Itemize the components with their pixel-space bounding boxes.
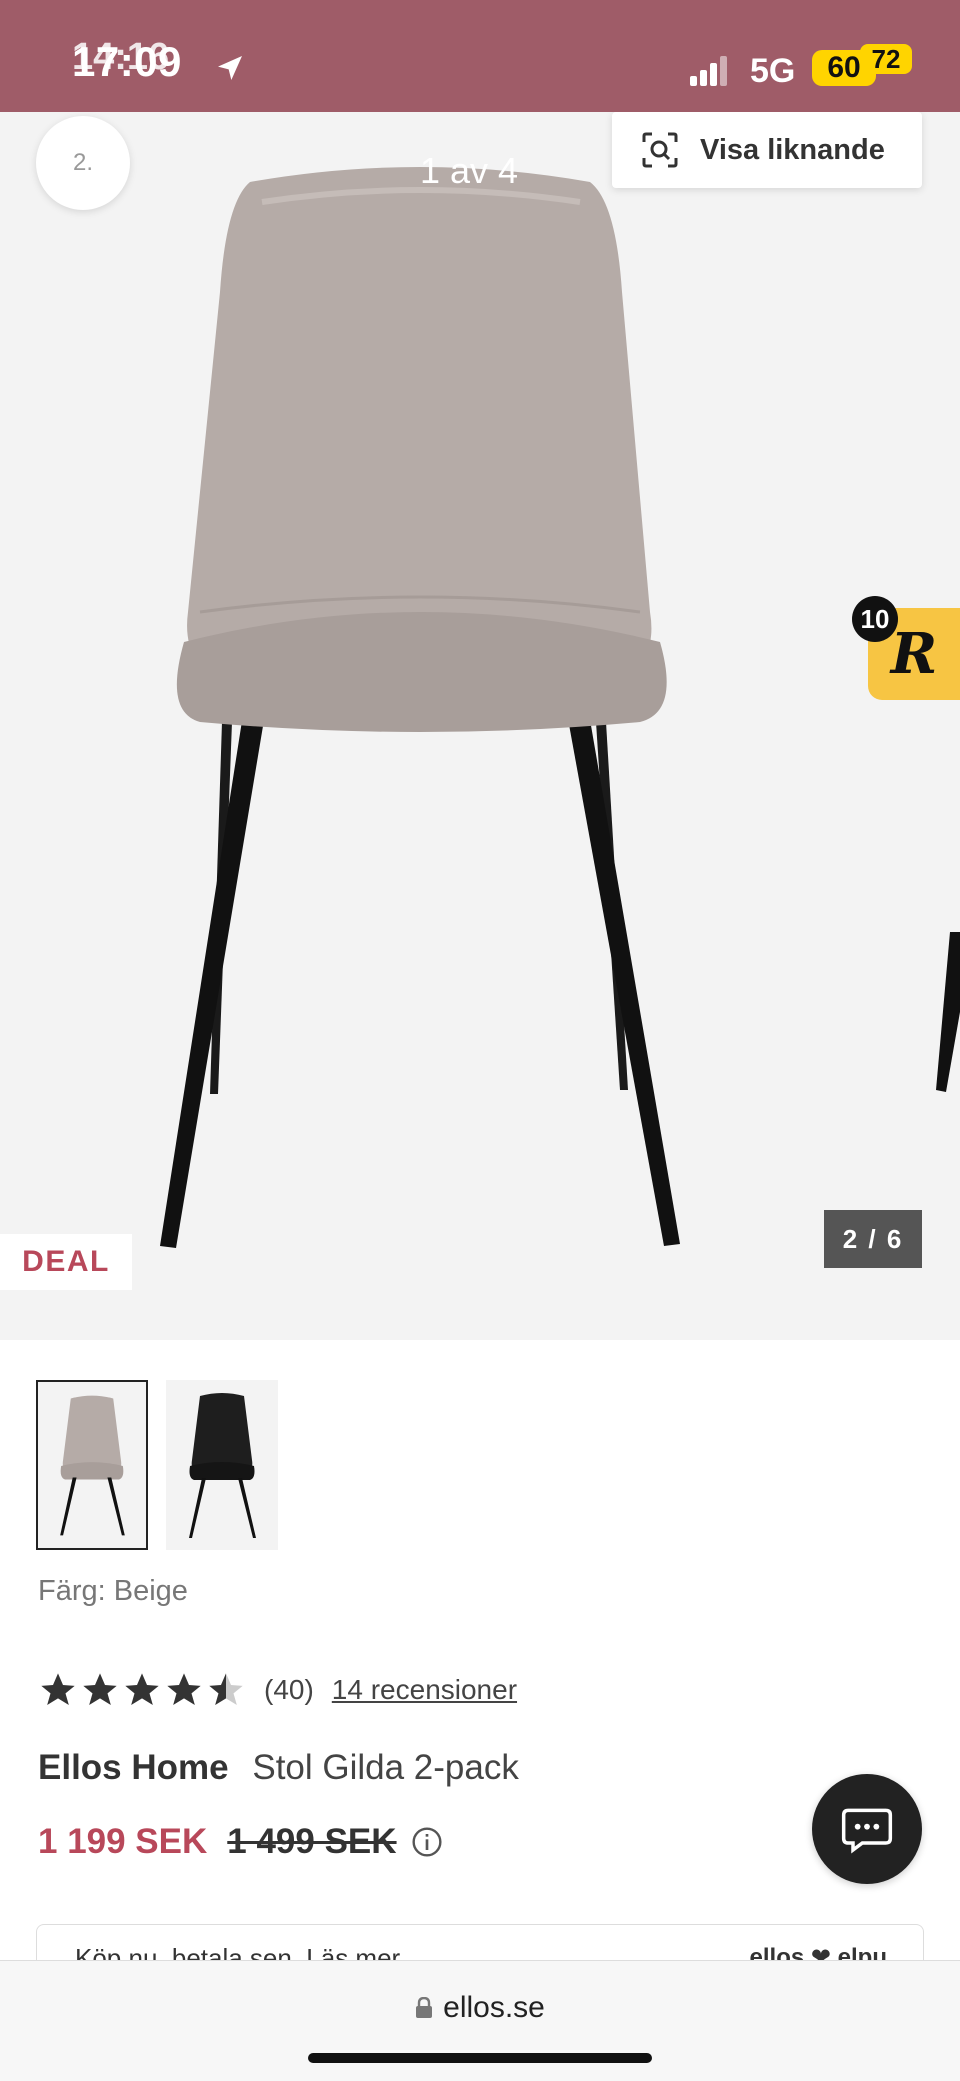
reviews-link[interactable]: 14 recensioner [332,1674,517,1706]
rating-stars [38,1670,246,1710]
color-label: Färg: Beige [38,1575,188,1607]
location-arrow-icon [218,56,242,80]
back-label: 2. [72,149,93,176]
reward-badge-count: 10 [852,596,898,642]
battery-badge: 72 [860,44,912,74]
chat-bubble-icon [841,1808,893,1854]
price-original: 1 499 SEK [227,1822,397,1861]
image-counter: 1 av 4 [420,150,519,191]
star-full-icon [41,1673,75,1705]
url-text: ellos.se [443,1991,545,2024]
url-display[interactable]: ellos.se [0,1991,960,2025]
visual-search-icon [642,132,678,168]
chair-image [160,167,960,1248]
star-full-icon [83,1673,117,1705]
network-label: 5G [750,52,796,90]
lock-icon [416,1997,433,2018]
thumbnail-black-chair [189,1393,256,1538]
status-bar: 14:16 17:09 5G 60 72 [0,0,960,112]
star-full-icon [125,1673,159,1705]
info-icon[interactable] [411,1826,443,1858]
product-name: Stol Gilda 2-pack [252,1748,519,1787]
rating-row: (40) 14 recensioner [38,1670,517,1710]
visa-liknande-label: Visa liknande [700,133,885,166]
browser-address-bar[interactable]: ellos.se [0,1960,960,2081]
chat-button[interactable] [812,1774,922,1884]
star-half-icon [209,1673,243,1705]
star-full-icon [167,1673,201,1705]
thumbnail-black[interactable] [166,1380,278,1550]
home-indicator[interactable] [308,2053,652,2063]
price-row: 1 199 SEK 1 499 SEK [38,1822,443,1862]
product-title: Ellos Home Stol Gilda 2-pack [38,1748,519,1788]
status-time: 17:09 [72,38,182,85]
back-button[interactable]: 2. [36,116,130,210]
deal-badge: DEAL [0,1234,132,1290]
product-image-gallery[interactable]: 2. 1 av 4 Visa liknande R 10 DEAL 2 / 6 [0,112,960,1340]
slide-counter: 2 / 6 [824,1210,922,1268]
visa-liknande-button[interactable]: Visa liknande [612,112,922,188]
reward-badge-letter: R [890,621,938,687]
thumbnail-beige-chair [60,1395,125,1536]
signal-icon [690,56,727,86]
price-current: 1 199 SEK [38,1822,208,1861]
thumbnail-beige[interactable] [36,1380,148,1550]
product-brand[interactable]: Ellos Home [38,1748,229,1787]
rating-count: (40) [264,1674,314,1705]
